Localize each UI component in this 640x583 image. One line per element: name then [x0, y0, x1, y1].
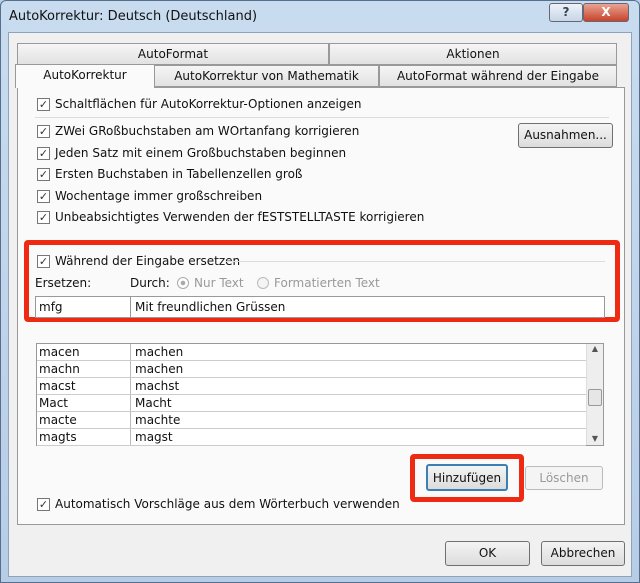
list-row[interactable]: macen machen [37, 344, 586, 361]
add-button[interactable]: Hinzufügen [426, 464, 508, 491]
checkbox-icon: ✓ [37, 210, 50, 224]
scroll-down-icon[interactable]: ▼ [587, 434, 603, 443]
scrollbar[interactable]: ▲ ▼ [586, 344, 603, 445]
delete-button[interactable]: Löschen [525, 466, 603, 490]
replace-input[interactable]: mfg [36, 297, 131, 317]
label: Formatierten Text [274, 276, 380, 290]
replace-typing-checkbox[interactable]: ✓ Während der Eingabe ersetzen [37, 254, 240, 268]
list-cell-with: machte [135, 413, 181, 427]
table-cells-checkbox[interactable]: ✓ Ersten Buchstaben in Tabellenzellen gro… [37, 167, 303, 181]
replacement-list[interactable]: macen machen machn machen macst machst Mact Mac… [36, 343, 604, 446]
label: Jeden Satz mit einem Großbuchstaben begi… [55, 146, 347, 160]
tab-autoformat[interactable]: AutoFormat [17, 43, 329, 65]
formatted-text-radio[interactable]: Formatierten Text [257, 276, 380, 290]
with-label: Durch: [130, 276, 170, 290]
capslock-checkbox[interactable]: ✓ Unbeabsichtigtes Verwenden der fESTSTEL… [37, 210, 424, 224]
list-cell-with: machst [135, 379, 180, 393]
show-buttons-checkbox[interactable]: ✓ Schaltflächen für AutoKorrektur-Optione… [37, 97, 361, 111]
list-cell-replace: Mact [37, 395, 131, 411]
scroll-thumb[interactable] [588, 389, 602, 406]
replace-label: Ersetzen: [35, 276, 92, 290]
replace-fields: mfg Mit freundlichen Grüssen [35, 296, 605, 318]
label: Ersten Buchstaben in Tabellenzellen groß [55, 167, 303, 181]
checkbox-icon: ✓ [37, 124, 50, 138]
list-cell-with: Macht [135, 396, 172, 410]
with-input[interactable]: Mit freundlichen Grüssen [131, 297, 289, 317]
list-cell-replace: machn [37, 361, 131, 377]
tab-aktionen[interactable]: Aktionen [329, 43, 617, 65]
list-cell-replace: magts [37, 429, 131, 445]
checkbox-icon: ✓ [37, 497, 50, 511]
label: Wochentage immer großschreiben [55, 189, 263, 203]
exceptions-button[interactable]: Ausnahmen... [518, 123, 613, 148]
label: ZWei GRoßbuchstaben am WOrtanfang korrig… [55, 124, 360, 138]
list-cell-with: machen [135, 362, 184, 376]
label: Während der Eingabe ersetzen [55, 254, 241, 268]
suggest-checkbox[interactable]: ✓ Automatisch Vorschläge aus dem Wörterbu… [37, 497, 400, 511]
list-row[interactable]: magts magst [37, 429, 586, 446]
checkbox-icon: ✓ [37, 146, 50, 160]
label: Unbeabsichtigtes Verwenden der fESTSTELL… [55, 210, 425, 224]
plain-text-radio[interactable]: Nur Text [177, 276, 244, 290]
tab-math[interactable]: AutoKorrektur von Mathematik [154, 65, 379, 87]
list-cell-with: magst [135, 430, 173, 444]
two-caps-checkbox[interactable]: ✓ ZWei GRoßbuchstaben am WOrtanfang korri… [37, 124, 359, 138]
weekdays-checkbox[interactable]: ✓ Wochentage immer großschreiben [37, 189, 262, 203]
checkbox-icon: ✓ [37, 189, 50, 203]
help-button[interactable]: ? [549, 3, 583, 22]
list-row[interactable]: macst machst [37, 378, 586, 395]
checkbox-icon: ✓ [37, 254, 50, 268]
tab-autoformat-typing[interactable]: AutoFormat während der Eingabe [379, 65, 617, 87]
radio-icon [257, 277, 269, 289]
sentence-checkbox[interactable]: ✓ Jeden Satz mit einem Großbuchstaben beg… [37, 146, 346, 160]
cancel-button[interactable]: Abbrechen [541, 541, 625, 566]
window-title: AutoKorrektur: Deutsch (Deutschland) [9, 9, 258, 24]
list-cell-replace: macen [37, 344, 131, 360]
list-cell-with: machen [135, 345, 184, 359]
list-row[interactable]: machn machen [37, 361, 586, 378]
label: Nur Text [194, 276, 244, 290]
list-row[interactable]: Mact Macht [37, 395, 586, 412]
label: Schaltflächen für AutoKorrektur-Optionen… [55, 97, 362, 111]
list-cell-replace: macte [37, 412, 131, 428]
tab-autokorrektur[interactable]: AutoKorrektur [15, 64, 155, 88]
list-cell-replace: macst [37, 378, 131, 394]
close-button[interactable]: X [583, 3, 629, 22]
checkbox-icon: ✓ [37, 167, 50, 181]
label: Automatisch Vorschläge aus dem Wörterbuc… [55, 497, 400, 511]
ok-button[interactable]: OK [445, 541, 530, 566]
scroll-up-icon[interactable]: ▲ [587, 344, 603, 353]
checkbox-icon: ✓ [37, 97, 50, 111]
radio-selected-icon [177, 277, 189, 289]
list-row[interactable]: macte machte [37, 412, 586, 429]
